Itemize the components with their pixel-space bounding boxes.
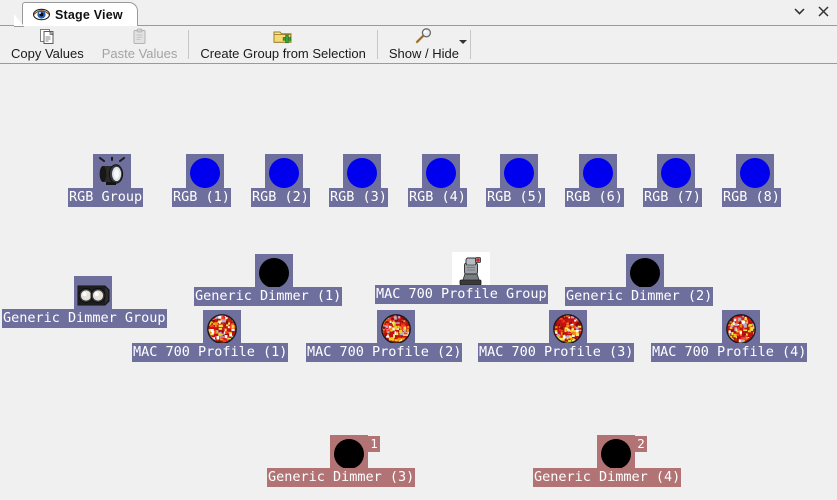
paste-values-label: Paste Values [101,46,178,61]
rgb-disc-glyph [661,158,691,188]
paste-values-button[interactable]: Paste Values [93,26,187,63]
fixture-label[interactable]: MAC 700 Profile Group [375,285,548,304]
fixture-label[interactable]: RGB (2) [251,188,310,207]
toolbar-separator [188,30,190,59]
fixture-label[interactable]: MAC 700 Profile (4) [651,343,808,362]
fixture-icon[interactable] [579,154,617,192]
fixture-label[interactable]: RGB (5) [486,188,545,207]
dimmer-disc-glyph [334,439,364,469]
show-hide-button[interactable]: Show / Hide [380,26,468,63]
create-group-from-selection-button[interactable]: Create Group from Selection [191,26,374,63]
fixture-label[interactable]: RGB (6) [565,188,624,207]
fixture-icon[interactable] [657,154,695,192]
fixture-icon[interactable] [265,154,303,192]
rgb-disc-glyph [347,158,377,188]
tab-bar: Stage View [0,0,837,27]
fixture-icon[interactable] [736,154,774,192]
fixture-icon[interactable] [422,154,460,192]
fixture-label[interactable]: Generic Dimmer (3) [267,468,416,487]
folder-add-icon [273,28,293,45]
fixture-icon[interactable] [186,154,224,192]
chevron-down-icon[interactable] [792,3,807,19]
fixture-label[interactable]: Generic Dimmer Group [2,309,167,328]
dimmer-disc-glyph [630,258,660,288]
fixture-label[interactable]: MAC 700 Profile (2) [306,343,463,362]
dimmer-disc-glyph [601,439,631,469]
show-hide-dropdown-caret[interactable] [458,40,467,44]
copy-icon [39,28,56,45]
create-group-label: Create Group from Selection [200,46,366,61]
window-controls [792,3,831,19]
fixture-icon[interactable] [500,154,538,192]
fixture-label[interactable]: RGB (4) [408,188,467,207]
fixture-label[interactable]: RGB (7) [643,188,702,207]
rgb-disc-glyph [504,158,534,188]
fixture-label[interactable]: MAC 700 Profile (3) [478,343,635,362]
fixture-badge: 2 [635,436,647,452]
moving-head-glyph [459,257,482,286]
rgb-disc-glyph [190,158,220,188]
fixture-label[interactable]: Generic Dimmer (1) [194,287,343,306]
fixture-label[interactable]: Generic Dimmer (2) [565,287,714,306]
fixture-label[interactable]: RGB Group [68,188,144,207]
toolbar-separator-3 [469,30,471,59]
fixture-icon[interactable] [343,154,381,192]
blinder-glyph [77,285,110,306]
tab-title: Stage View [55,7,123,22]
copy-values-label: Copy Values [11,46,84,61]
fixture-label[interactable]: RGB (3) [329,188,388,207]
fixture-label[interactable]: RGB (1) [172,188,231,207]
toolbar: Copy Values Paste Values Create Group fr… [0,26,837,64]
fixture-label[interactable]: Generic Dimmer (4) [533,468,682,487]
dimmer-disc-glyph [259,258,289,288]
rgb-disc-glyph [269,158,299,188]
fixture-label[interactable]: RGB (8) [722,188,781,207]
fixture-label[interactable]: MAC 700 Profile (1) [132,343,289,362]
magnifier-icon [414,28,433,45]
rgb-disc-glyph [583,158,613,188]
rgb-disc-glyph [740,158,770,188]
copy-values-button[interactable]: Copy Values [2,26,93,63]
eye-icon [33,8,50,21]
close-icon[interactable] [816,3,831,19]
tab-stage-view[interactable]: Stage View [14,2,138,27]
rgb-disc-glyph [426,158,456,188]
fixture-badge: 1 [368,436,380,452]
stage-canvas[interactable]: RGB Group RGB (1) RGB (2) RGB (3) RGB (4) RGB… [0,64,837,500]
fixture-icon[interactable] [93,154,131,192]
show-hide-label: Show / Hide [388,46,459,61]
paste-icon [131,28,148,45]
toolbar-separator-2 [376,30,378,59]
par-can-glyph [99,157,125,185]
stage-view-window: Stage View Copy Values Paste Values Crea… [0,0,837,500]
